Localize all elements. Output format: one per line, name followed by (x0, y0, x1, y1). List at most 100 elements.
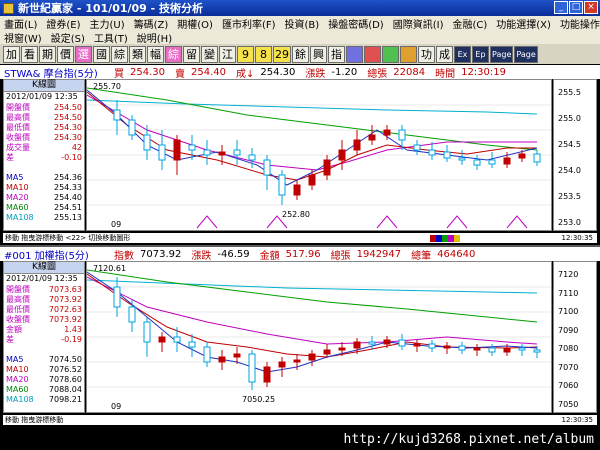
candle-body (443, 151, 451, 159)
date-tick-label: 09 (111, 220, 121, 229)
candle-body (113, 109, 121, 121)
menu-item[interactable]: 工具(T) (94, 30, 128, 45)
toolbar-button[interactable] (364, 45, 381, 63)
toolbar-button[interactable]: 期 (39, 45, 56, 63)
axis-tick-label: 255.0 (558, 114, 581, 123)
volume-marker (446, 215, 468, 229)
menu-item[interactable]: 匯市利率(F) (222, 16, 276, 31)
candle-body (128, 306, 136, 323)
change-value: -1.20 (331, 66, 358, 78)
toolbar-button[interactable]: 29 (273, 45, 291, 63)
axis-tick-label: 7090 (558, 325, 579, 335)
info-row: 收盤價 7073.92 (6, 315, 82, 324)
close-button[interactable]: × (584, 1, 598, 14)
ma-row: MA60 254.51 (6, 203, 82, 212)
candlestick-chart[interactable]: 7120.61 7050.25 09 (86, 261, 552, 413)
menu-item[interactable]: 主力(U) (90, 16, 125, 31)
toolbar-button[interactable]: 餘 (292, 45, 309, 63)
menu-item[interactable]: 功能選擇(X) (496, 16, 551, 31)
candle-body (503, 157, 511, 165)
k-chart-tag[interactable]: K線圖 (4, 80, 84, 92)
ma-row: MA108 7098.21 (6, 395, 82, 404)
toolbar-button[interactable]: 類 (129, 45, 146, 63)
menu-item[interactable]: 說明(H) (137, 30, 172, 45)
high-price-label: 7120.61 (93, 264, 126, 273)
candle-body (398, 129, 406, 141)
symbol-label[interactable]: #001 加權指(5分) (4, 247, 114, 262)
menu-item[interactable]: 期權(O) (177, 16, 213, 31)
toolbar-button[interactable]: 綜 (111, 45, 128, 63)
footer-time: 12:30:35 (561, 416, 593, 424)
toolbar-button[interactable]: 指 (328, 45, 345, 63)
candle-body (488, 159, 496, 165)
ma-row: MA20 7078.60 (6, 375, 82, 384)
toolbar-button[interactable] (382, 45, 399, 63)
menu-item[interactable]: 畫面(L) (4, 16, 37, 31)
candle-body (248, 154, 256, 161)
toolbar-button[interactable]: 留 (183, 45, 200, 63)
candlestick-chart[interactable]: 255.70 252.80 09 (86, 79, 552, 231)
info-sidebar: K線圖 2012/01/09 12:35 開盤價 7073.63 最高價 7073.… (3, 261, 85, 413)
menu-item[interactable]: 籌碼(Z) (134, 16, 169, 31)
toolbar-button[interactable]: 9 (237, 45, 254, 63)
ma-row: MA5 7074.50 (6, 355, 82, 364)
candle-body (248, 353, 256, 383)
candle-body (218, 356, 226, 363)
toolbar-button[interactable]: 江 (219, 45, 236, 63)
toolbar-button[interactable]: 價 (57, 45, 74, 63)
toolbar-button[interactable]: 綜 (165, 45, 182, 63)
candle-body (428, 149, 436, 156)
toolbar-button[interactable]: 8 (255, 45, 272, 63)
menu-item[interactable]: 國際資訊(I) (393, 16, 444, 31)
menu-item[interactable]: 證券(E) (46, 16, 80, 31)
axis-tick-label: 255.5 (558, 88, 581, 97)
menu-item[interactable]: 投資(B) (285, 16, 320, 31)
info-row: 開盤價 7073.63 (6, 285, 82, 294)
price-axis: 7120 7110 7100 7090 7080 7070 7060 7050 (553, 261, 597, 413)
menu-item[interactable]: 功能操作(F) (560, 16, 600, 31)
symbol-label[interactable]: STWA& 摩台指(5分) (4, 65, 114, 80)
toolbar: 加看期價選國綜類幅綜留變江 9 8 29 餘興指功成 Ex Ep Page Page (0, 44, 600, 64)
low-price-label: 252.80 (282, 210, 310, 219)
change-label: 漲跌 (191, 250, 212, 262)
menu-item[interactable]: 操盤密碼(D) (328, 16, 384, 31)
k-chart-tag[interactable]: K線圖 (4, 262, 84, 274)
toolbar-button[interactable]: 成 (436, 45, 453, 63)
quote-header: #001 加權指(5分) 指數 7073.92 漲跌 -46.59 金額 517… (0, 247, 600, 262)
date-tick-label: 09 (111, 402, 121, 411)
maximize-button[interactable]: □ (569, 1, 583, 14)
low-price-label: 7050.25 (242, 395, 275, 404)
candle-body (413, 144, 421, 151)
menu-item[interactable]: 金融(C) (452, 16, 487, 31)
deal-value: 254.30 (260, 66, 296, 78)
info-row: 差 -0.19 (6, 335, 82, 344)
candlestick-svg: 255.70 252.80 09 (86, 82, 551, 229)
menu-item[interactable]: 視窗(W) (4, 30, 42, 45)
toolbar-button[interactable]: Ex (454, 45, 471, 63)
toolbar-button[interactable] (346, 45, 363, 63)
watermark-url: http://kujd3268.pixnet.net/album (343, 432, 594, 447)
toolbar-button[interactable]: Page (514, 45, 538, 63)
menu-item[interactable]: 設定(S) (51, 30, 85, 45)
toolbar-button[interactable]: 加 (3, 45, 20, 63)
volume-marker (376, 215, 398, 229)
minimize-button[interactable]: _ (554, 1, 568, 14)
axis-tick-label: 7050 (558, 400, 579, 409)
info-sidebar: K線圖 2012/01/09 12:35 開盤價 254.50 最高價 254.50… (3, 79, 85, 231)
toolbar-button[interactable]: 興 (310, 45, 327, 63)
toolbar-button[interactable]: Page (490, 45, 514, 63)
toolbar-button[interactable]: 幅 (147, 45, 164, 63)
toolbar-button[interactable]: 選 (75, 45, 92, 63)
moving-average-line (86, 269, 538, 323)
toolbar-button[interactable] (400, 45, 417, 63)
candle-body (413, 343, 421, 347)
candle-body (368, 341, 376, 345)
toolbar-button[interactable]: 國 (93, 45, 110, 63)
candle-body (188, 144, 196, 151)
menu-bar-2: 視窗(W) 設定(S) 工具(T) 說明(H) (0, 30, 600, 45)
toolbar-button[interactable]: 功 (418, 45, 435, 63)
toolbar-button[interactable]: 變 (201, 45, 218, 63)
toolbar-button[interactable]: Ep (472, 45, 489, 63)
chart-footer: 移動 拖曳游標移動 12:30:35 (3, 415, 597, 425)
toolbar-button[interactable]: 看 (21, 45, 38, 63)
